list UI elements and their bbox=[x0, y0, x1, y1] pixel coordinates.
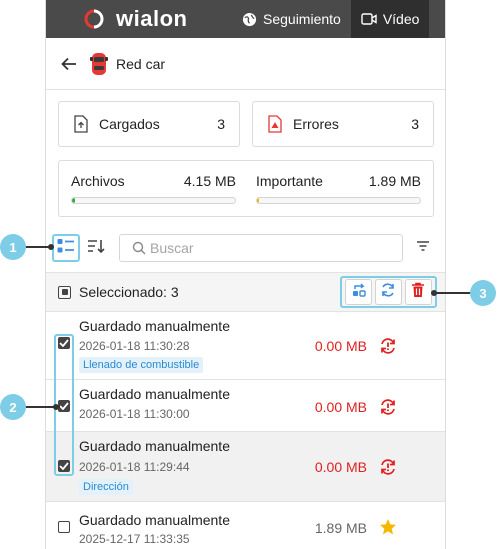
reload-button[interactable] bbox=[374, 279, 402, 305]
wialon-logo-icon bbox=[84, 9, 104, 29]
top-bar: wialon Seguimiento Vídeo bbox=[46, 0, 445, 38]
selection-count: Seleccionado: 3 bbox=[79, 284, 179, 300]
callout-dot bbox=[431, 290, 437, 296]
important-bar bbox=[256, 197, 421, 204]
important-bar-fill bbox=[257, 198, 259, 203]
row-checkbox[interactable] bbox=[58, 460, 70, 472]
loaded-label: Cargados bbox=[99, 116, 160, 132]
callout-3: 3 bbox=[470, 280, 496, 306]
file-time: 2026-01-18 11:30:28 bbox=[79, 339, 190, 353]
upload-error-icon[interactable] bbox=[379, 458, 397, 476]
errors-card: Errores 3 bbox=[252, 101, 434, 147]
row-checkbox[interactable] bbox=[58, 337, 70, 349]
file-error-icon bbox=[267, 115, 285, 133]
app-logo: wialon bbox=[84, 6, 232, 32]
search-icon bbox=[132, 241, 146, 255]
search-box[interactable] bbox=[119, 234, 403, 262]
red-car-icon bbox=[88, 51, 110, 77]
file-title: Guardado manualmente bbox=[79, 438, 230, 454]
tab-video-label: Vídeo bbox=[382, 11, 420, 27]
important-value: 1.89 MB bbox=[368, 173, 421, 189]
loaded-value: 3 bbox=[217, 116, 225, 132]
upload-error-icon[interactable] bbox=[379, 398, 397, 416]
file-size: 0.00 MB bbox=[314, 399, 367, 415]
errors-label: Errores bbox=[293, 116, 339, 132]
important-meter: Importante 1.89 MB bbox=[256, 173, 421, 204]
file-row[interactable]: Guardado manualmente 2026-01-18 11:30:28… bbox=[46, 312, 445, 380]
file-title: Guardado manualmente bbox=[79, 386, 230, 402]
video-panel: wialon Seguimiento Vídeo Red car Cargado… bbox=[45, 0, 446, 549]
files-value: 4.15 MB bbox=[183, 173, 236, 189]
selection-mode-button[interactable] bbox=[52, 234, 80, 262]
errors-value: 3 bbox=[411, 116, 419, 132]
select-all-checkbox[interactable] bbox=[58, 285, 71, 299]
callout-line bbox=[434, 292, 474, 294]
transfer-icon bbox=[351, 282, 367, 303]
globe-icon bbox=[242, 12, 257, 27]
files-bar bbox=[71, 197, 236, 204]
unit-header: Red car bbox=[46, 38, 445, 90]
selection-bar: Seleccionado: 3 bbox=[46, 272, 445, 312]
files-label: Archivos bbox=[71, 173, 125, 189]
important-label: Importante bbox=[256, 173, 323, 189]
tab-video[interactable]: Vídeo bbox=[350, 0, 430, 38]
trash-icon bbox=[411, 282, 425, 303]
callout-dot bbox=[53, 404, 59, 410]
list-toolbar bbox=[46, 228, 445, 270]
file-tag: Dirección bbox=[79, 479, 133, 495]
logo-text: wialon bbox=[116, 6, 188, 31]
file-time: 2026-01-18 11:29:44 bbox=[79, 460, 190, 474]
file-upload-icon bbox=[73, 115, 91, 133]
star-icon[interactable] bbox=[379, 518, 397, 536]
files-bar-fill bbox=[72, 198, 76, 203]
sort-button[interactable] bbox=[82, 234, 110, 262]
file-size: 0.00 MB bbox=[314, 459, 367, 475]
delete-button[interactable] bbox=[404, 279, 432, 305]
filter-button[interactable] bbox=[414, 239, 432, 257]
tab-tracking[interactable]: Seguimiento bbox=[232, 0, 351, 38]
file-row[interactable]: Guardado manualmente 2026-01-18 11:30:00… bbox=[46, 380, 445, 432]
callout-1: 1 bbox=[0, 234, 26, 260]
file-title: Guardado manualmente bbox=[79, 318, 230, 334]
file-time: 2026-01-18 11:30:00 bbox=[79, 407, 190, 421]
callout-dot bbox=[48, 244, 54, 250]
file-row[interactable]: Guardado manualmente 2026-01-18 11:29:44… bbox=[46, 432, 445, 502]
back-arrow-icon[interactable] bbox=[60, 55, 78, 73]
row-checkbox[interactable] bbox=[58, 521, 70, 533]
filter-icon bbox=[416, 239, 430, 257]
upload-error-icon[interactable] bbox=[379, 337, 397, 355]
storage-card: Archivos 4.15 MB Importante 1.89 MB bbox=[58, 160, 434, 217]
sort-icon bbox=[87, 238, 105, 259]
search-input[interactable] bbox=[150, 240, 390, 256]
checklist-icon bbox=[57, 238, 75, 259]
unit-name: Red car bbox=[116, 55, 166, 72]
file-size: 0.00 MB bbox=[314, 338, 367, 354]
selection-actions bbox=[340, 276, 437, 308]
callout-2: 2 bbox=[0, 394, 26, 420]
loaded-card: Cargados 3 bbox=[58, 101, 240, 147]
file-time: 2025-12-17 11:33:35 bbox=[79, 532, 190, 546]
file-title: Guardado manualmente bbox=[79, 512, 230, 528]
file-tag: Llenado de combustible bbox=[79, 357, 204, 373]
file-size: 1.89 MB bbox=[314, 520, 367, 536]
video-icon bbox=[361, 12, 377, 26]
tab-tracking-label: Seguimiento bbox=[263, 11, 341, 27]
refresh-icon bbox=[380, 282, 396, 303]
files-meter: Archivos 4.15 MB bbox=[71, 173, 236, 204]
file-row[interactable]: Guardado manualmente 2025-12-17 11:33:35… bbox=[46, 502, 445, 549]
move-to-button[interactable] bbox=[345, 279, 373, 305]
